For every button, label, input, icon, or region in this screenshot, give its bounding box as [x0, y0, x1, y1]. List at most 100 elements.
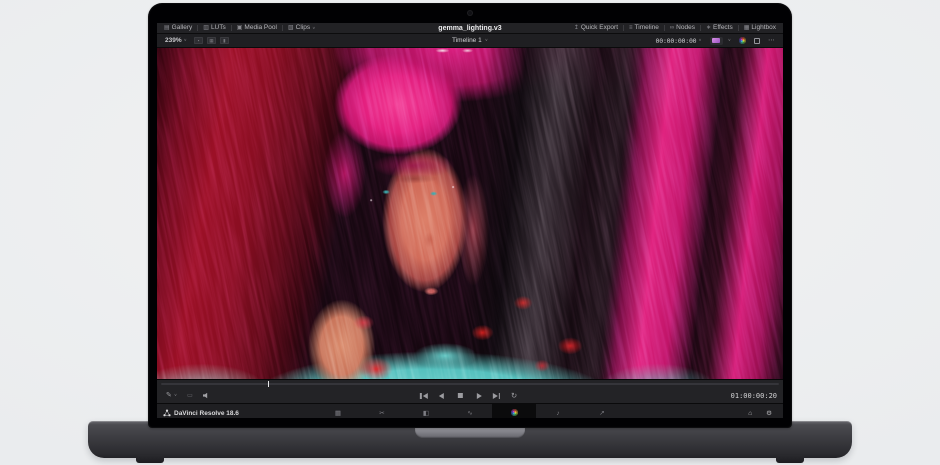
timeline-view-button[interactable]: ≡ Timeline — [626, 23, 662, 33]
marker-icon: ▭ — [187, 393, 193, 399]
davinci-resolve-window: ▤ Gallery ▥ LUTs ▣ Media Pool — [157, 23, 783, 418]
project-manager-button[interactable]: ⌂ — [745, 410, 755, 417]
toolbar-divider — [700, 25, 701, 31]
loop-button[interactable]: ↻ — [508, 392, 520, 400]
media-pool-button[interactable]: ▣ Media Pool — [234, 23, 280, 33]
play-reverse-button[interactable] — [435, 393, 446, 399]
chevron-down-icon: ∨ — [174, 394, 177, 398]
project-settings-button[interactable]: ⚙ — [763, 409, 775, 417]
clips-button[interactable]: ▧ Clips ∨ — [285, 23, 318, 33]
viewer-tool-button-3[interactable]: ▮ — [220, 37, 229, 44]
timeline-scrubber[interactable] — [157, 379, 783, 388]
toolbar-divider — [282, 25, 283, 31]
loop-icon: ↻ — [511, 392, 517, 400]
deliver-page-icon: ↗ — [599, 409, 604, 417]
gear-icon: ⚙ — [766, 409, 772, 417]
page-tab-color[interactable] — [492, 404, 536, 418]
camera-dot — [468, 11, 472, 15]
lightbox-label: Lightbox — [751, 25, 776, 32]
play-icon — [476, 393, 481, 399]
timeline-selector-label: Timeline 1 — [452, 37, 482, 44]
nodes-button[interactable]: ∞ Nodes — [667, 23, 698, 33]
laptop-foot-left — [136, 455, 164, 463]
luts-button[interactable]: ▥ LUTs — [200, 23, 228, 33]
media-page-icon: ▦ — [335, 409, 341, 417]
chevron-down-icon: ∨ — [184, 39, 187, 43]
effects-label: Effects — [713, 25, 733, 32]
color-viewer-button[interactable] — [736, 37, 749, 44]
source-timecode-field[interactable]: 00:00:00:00 ∨ — [653, 37, 705, 45]
playhead-timecode: 01:00:00:20 — [731, 392, 777, 400]
timeline-label: Timeline — [635, 25, 659, 32]
page-switcher: ▦ ✂ ◧ ∿ ♪ ↗ — [316, 404, 624, 418]
viewer-tool-button-1[interactable]: ▪ — [194, 37, 203, 44]
playhead-marker[interactable] — [268, 381, 270, 387]
toolbar-divider — [623, 25, 624, 31]
viewer-image — [157, 48, 783, 379]
chevron-down-icon: ∨ — [312, 26, 315, 30]
volume-button[interactable] — [200, 393, 213, 399]
page-tab-deliver[interactable]: ↗ — [580, 404, 624, 418]
edit-page-icon: ◧ — [423, 409, 429, 417]
clips-label: Clips — [296, 25, 310, 32]
quick-export-icon: ↥ — [574, 25, 579, 31]
transport-bar: ✎ ∨ ▭ ↻ — [157, 388, 783, 403]
nodes-icon: ∞ — [670, 25, 674, 31]
cut-page-icon: ✂ — [379, 409, 384, 417]
gallery-label: Gallery — [172, 25, 193, 32]
app-version-label: DaVinci Resolve 18.6 — [174, 410, 239, 417]
transport-right: 01:00:00:20 — [731, 388, 777, 403]
luts-label: LUTs — [211, 25, 226, 32]
gallery-button[interactable]: ▤ Gallery — [161, 23, 195, 33]
timeline-selector[interactable]: Timeline 1 ∨ — [449, 34, 491, 47]
scrubber-track[interactable] — [161, 383, 779, 385]
pencil-icon: ✎ — [166, 392, 172, 399]
viewer-tool-button-2[interactable]: ▦ — [207, 37, 216, 44]
skip-to-start-button[interactable] — [420, 393, 428, 399]
transport-controls: ↻ — [420, 388, 520, 403]
media-pool-label: Media Pool — [244, 25, 277, 32]
nodes-label: Nodes — [676, 25, 695, 32]
page-tab-cut[interactable]: ✂ — [360, 404, 404, 418]
viewer-toolbar: 239% ∨ ▪ ▦ ▮ Timeline 1 ∨ 00:00:00:00 ∨ — [157, 34, 783, 48]
effects-icon: ∗ — [706, 25, 711, 31]
play-button[interactable] — [473, 393, 484, 399]
color-wheel-icon — [739, 37, 746, 44]
toolbar-left-group: ▤ Gallery ▥ LUTs ▣ Media Pool — [161, 23, 318, 33]
davinci-resolve-logo — [163, 409, 171, 417]
toolbar-divider — [664, 25, 665, 31]
lid-lift-notch — [415, 427, 525, 438]
home-icon: ⌂ — [748, 410, 752, 417]
lightbox-icon: ▦ — [744, 25, 750, 31]
viewer-zoom-select[interactable]: 239% ∨ — [162, 37, 190, 44]
annotate-tool-button[interactable]: ✎ ∨ — [163, 392, 180, 399]
page-tab-media[interactable]: ▦ — [316, 404, 360, 418]
clip-title: gemma_lighting.v3 — [438, 23, 501, 33]
toolbar-divider — [231, 25, 232, 31]
effects-button[interactable]: ∗ Effects — [703, 23, 736, 33]
page-tab-fusion[interactable]: ∿ — [448, 404, 492, 418]
toolbar-right-group: ↥ Quick Export ≡ Timeline ∞ Nodes — [571, 23, 779, 33]
status-bar-right: ⌂ ⚙ — [745, 404, 775, 418]
fusion-page-icon: ∿ — [467, 409, 472, 417]
viewer-toolbar-right: 00:00:00:00 ∨ ∨ ⋯ — [653, 34, 778, 47]
marker-tool-button[interactable]: ▭ — [184, 393, 196, 399]
image-wipe-button[interactable] — [710, 37, 723, 45]
skip-start-icon — [420, 393, 422, 399]
skip-to-end-button[interactable] — [492, 393, 500, 399]
expand-viewer-button[interactable] — [754, 38, 760, 44]
chevron-down-icon: ∨ — [728, 39, 731, 43]
quick-export-button[interactable]: ↥ Quick Export — [571, 23, 621, 33]
stop-button[interactable] — [454, 393, 465, 398]
ellipsis-icon: ⋯ — [768, 37, 775, 44]
macbook-pro: ▤ Gallery ▥ LUTs ▣ Media Pool — [0, 0, 940, 465]
lightbox-button[interactable]: ▦ Lightbox — [741, 23, 779, 33]
stop-icon — [457, 393, 462, 398]
play-reverse-icon — [438, 393, 443, 399]
quick-export-label: Quick Export — [581, 25, 618, 32]
viewer-options-button[interactable]: ⋯ — [765, 37, 778, 44]
timeline-icon: ≡ — [629, 25, 633, 31]
page-tab-edit[interactable]: ◧ — [404, 404, 448, 418]
page-tab-fairlight[interactable]: ♪ — [536, 404, 580, 418]
laptop-foot-right — [776, 455, 804, 463]
